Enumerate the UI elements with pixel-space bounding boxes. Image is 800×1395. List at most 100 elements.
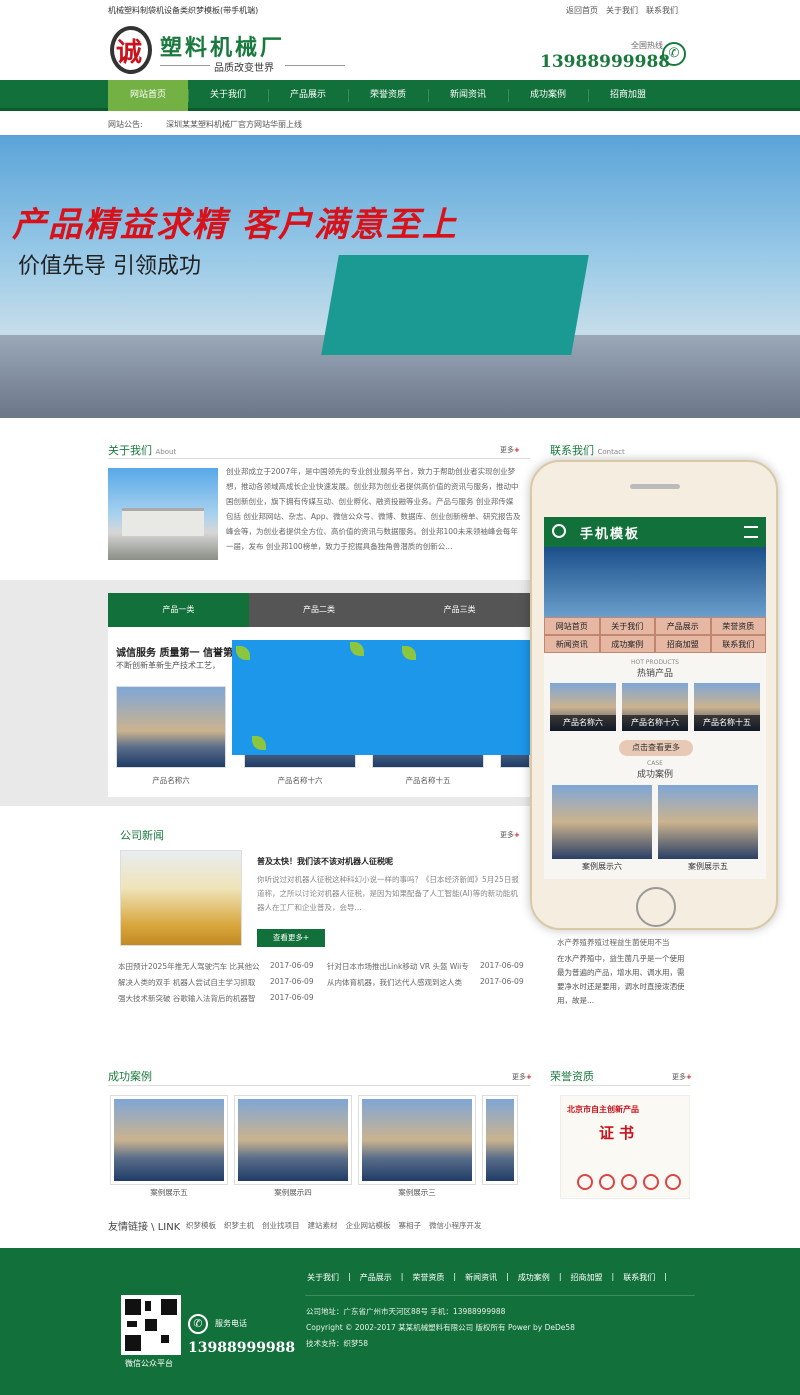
top-bar: 机械塑料制袋机设备类织梦模板(带手机端) 返回首页 关于我们 联系我们 (0, 0, 800, 20)
nav-item-join[interactable]: 招商加盟 (588, 80, 668, 111)
phone-nav-item[interactable]: 荣誉资质 (710, 617, 766, 635)
mobile-template-mockup[interactable]: 手机模板 网站首页 关于我们 产品展示 荣誉资质 新闻资讯 成功案例 招商加盟 … (530, 460, 778, 930)
footer-nav-item[interactable]: 招商加盟 (571, 1272, 603, 1283)
news-headline[interactable]: 普及太快！我们该不该对机器人征税呢 (257, 856, 393, 867)
top-link-home[interactable]: 返回首页 (566, 5, 598, 16)
nav-item-honor[interactable]: 荣誉资质 (348, 80, 428, 111)
honor-certificate[interactable]: 北京市自主创新产品 证书 (560, 1095, 690, 1199)
news-list-item[interactable]: 针对日本市场推出Link移动 VR 头盔 Wii专 (327, 961, 469, 972)
phone-header: 手机模板 (544, 517, 766, 547)
friend-link[interactable]: 寨相子 (399, 1220, 422, 1231)
nav-item-news[interactable]: 新闻资讯 (428, 80, 508, 111)
product-image[interactable] (116, 686, 226, 768)
footer-nav-item[interactable]: 关于我们 (307, 1272, 339, 1283)
case-card[interactable] (234, 1095, 352, 1185)
about-more-link[interactable]: 更多+ (500, 445, 520, 455)
tab-product-3[interactable]: 产品三类 (389, 593, 531, 627)
case-image (114, 1099, 224, 1181)
cases-more-link[interactable]: 更多+ (512, 1072, 532, 1082)
footer-nav-item[interactable]: 新闻资讯 (465, 1272, 497, 1283)
case-card[interactable] (110, 1095, 228, 1185)
news-date: 2017-06-09 (480, 961, 524, 970)
news-date: 2017-06-09 (270, 977, 314, 986)
phone-case-caption[interactable]: 案例展示六 (552, 861, 652, 872)
friend-links-label: 友情链接 \ LINK (108, 1222, 181, 1233)
phone-case-title: CASE 成功案例 (636, 760, 673, 780)
news-image[interactable] (120, 850, 242, 946)
friend-link[interactable]: 创业找项目 (262, 1220, 300, 1231)
nav-item-home[interactable]: 网站首页 (108, 80, 188, 111)
news-list-item[interactable]: 从内体育机器，我们达代人感观到这人类 (327, 977, 462, 988)
top-link-about[interactable]: 关于我们 (606, 5, 638, 16)
news-list-item[interactable]: 解决人类的双手 机器人尝试自主学习抓取 (118, 977, 255, 988)
banner-headline: 产品精益求精 客户满意至上 (12, 205, 458, 245)
footer-nav-item[interactable]: 联系我们 (623, 1272, 655, 1283)
news-list-item[interactable]: 强大技术新突破 谷歌输入法背后的机器智 (118, 993, 255, 1004)
side-news-text: 在水产养殖中，益生菌几乎是一个使用最为普遍的产品，增水用、调水用，需要净水时还是… (557, 954, 685, 1005)
case-card[interactable] (358, 1095, 476, 1185)
friend-link[interactable]: 微信小程序开发 (429, 1220, 482, 1231)
phone-case-image[interactable] (658, 785, 758, 859)
phone-case-image[interactable] (552, 785, 652, 859)
tab-product-2[interactable]: 产品二类 (248, 593, 390, 627)
news-list-item[interactable]: 本田预计2025年推无人驾驶汽车 比其他公 (118, 961, 259, 972)
phone-nav-item[interactable]: 产品展示 (655, 617, 711, 635)
search-icon[interactable] (552, 524, 566, 538)
honor-more-link[interactable]: 更多+ (672, 1072, 692, 1082)
top-link-contact[interactable]: 联系我们 (646, 5, 678, 16)
logo-seal[interactable]: 诚 (110, 26, 152, 74)
product-caption[interactable]: 产品名称十五 (372, 775, 484, 786)
case-caption[interactable]: 案例展示三 (358, 1187, 476, 1198)
phone-nav-item[interactable]: 网站首页 (544, 617, 600, 635)
product-caption[interactable]: 产品名称十六 (244, 775, 356, 786)
side-news-title[interactable]: 水产养殖养殖过程益生菌使用不当 (557, 937, 670, 948)
news-date: 2017-06-09 (480, 977, 524, 986)
phone-more-button[interactable]: 点击查看更多 (619, 740, 693, 756)
leaf-decoration (236, 646, 250, 660)
friend-link[interactable]: 建站素材 (308, 1220, 338, 1231)
qr-code (121, 1295, 181, 1355)
products-slogan-sub: 不断创新革新生产技术工艺， (116, 661, 220, 670)
phone-product[interactable]: 产品名称十五 (694, 683, 760, 731)
footer-nav-item[interactable]: 荣誉资质 (412, 1272, 444, 1283)
phone-product[interactable]: 产品名称六 (550, 683, 616, 731)
floating-ad-overlay[interactable] (232, 640, 568, 755)
hero-banner[interactable]: 产品精益求精 客户满意至上 价值先导 引领成功 (0, 135, 800, 418)
phone-product[interactable]: 产品名称十六 (622, 683, 688, 731)
leaf-decoration (402, 646, 416, 660)
hotline-label: 全国热线 (631, 41, 663, 50)
case-card[interactable] (482, 1095, 518, 1185)
news-description: 你听说过对机器人征税这种科幻小说一样的事吗？《日本经济新闻》5月25日报道称，之… (257, 875, 519, 912)
notice-text[interactable]: 深圳某某塑料机械厂官方网站华丽上线 (166, 119, 302, 130)
tab-product-1[interactable]: 产品一类 (108, 593, 249, 627)
nav-item-about[interactable]: 关于我们 (188, 80, 268, 111)
product-caption[interactable]: 产品名称六 (116, 775, 226, 786)
case-caption[interactable]: 案例展示五 (110, 1187, 228, 1198)
about-text: 创业邦成立于2007年，是中国领先的专业创业服务平台，致力于帮助创业者实现创业梦… (226, 467, 521, 551)
products-slogan: 诚信服务 质量第一 信誉第 (116, 648, 233, 659)
phone-case-caption[interactable]: 案例展示五 (658, 861, 758, 872)
footer-nav-item[interactable]: 产品展示 (360, 1272, 392, 1283)
nav-item-cases[interactable]: 成功案例 (508, 80, 588, 111)
phone-nav-item[interactable]: 新闻资讯 (544, 635, 600, 653)
menu-icon[interactable] (744, 526, 758, 538)
honor-title: 荣誉资质 (550, 1070, 594, 1083)
news-more-link[interactable]: 更多+ (500, 830, 520, 840)
phone-nav-item[interactable]: 成功案例 (599, 635, 655, 653)
news-date: 2017-06-09 (270, 993, 314, 1002)
footer-nav-item[interactable]: 成功案例 (518, 1272, 550, 1283)
friend-link[interactable]: 企业网站模板 (346, 1220, 391, 1231)
phone-nav-item[interactable]: 关于我们 (599, 617, 655, 635)
phone-nav-item[interactable]: 招商加盟 (655, 635, 711, 653)
phone-nav-item[interactable]: 联系我们 (710, 635, 766, 653)
phone-title: 手机模板 (580, 527, 641, 542)
cases-title: 成功案例 (108, 1070, 152, 1083)
case-caption[interactable]: 案例展示四 (234, 1187, 352, 1198)
case-image (486, 1099, 514, 1181)
footer: 关于我们 | 产品展示 | 荣誉资质 | 新闻资讯 | 成功案例 | 招商加盟 | 联系我们… (0, 1248, 800, 1395)
news-more-button[interactable]: 查看更多+ (257, 929, 325, 947)
friend-link[interactable]: 织梦模板 (186, 1220, 216, 1231)
logo-title[interactable]: 塑料机械厂 (160, 30, 285, 62)
nav-item-products[interactable]: 产品展示 (268, 80, 348, 111)
friend-link[interactable]: 织梦主机 (224, 1220, 254, 1231)
